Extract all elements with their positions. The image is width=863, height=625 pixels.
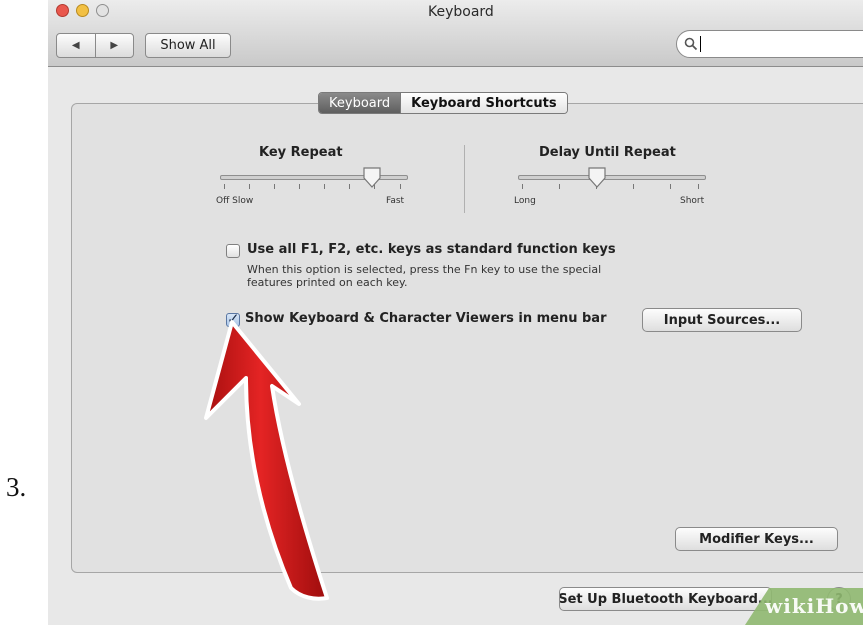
red-arrow-icon bbox=[204, 320, 329, 601]
watermark-text: wikiHow bbox=[765, 594, 863, 618]
